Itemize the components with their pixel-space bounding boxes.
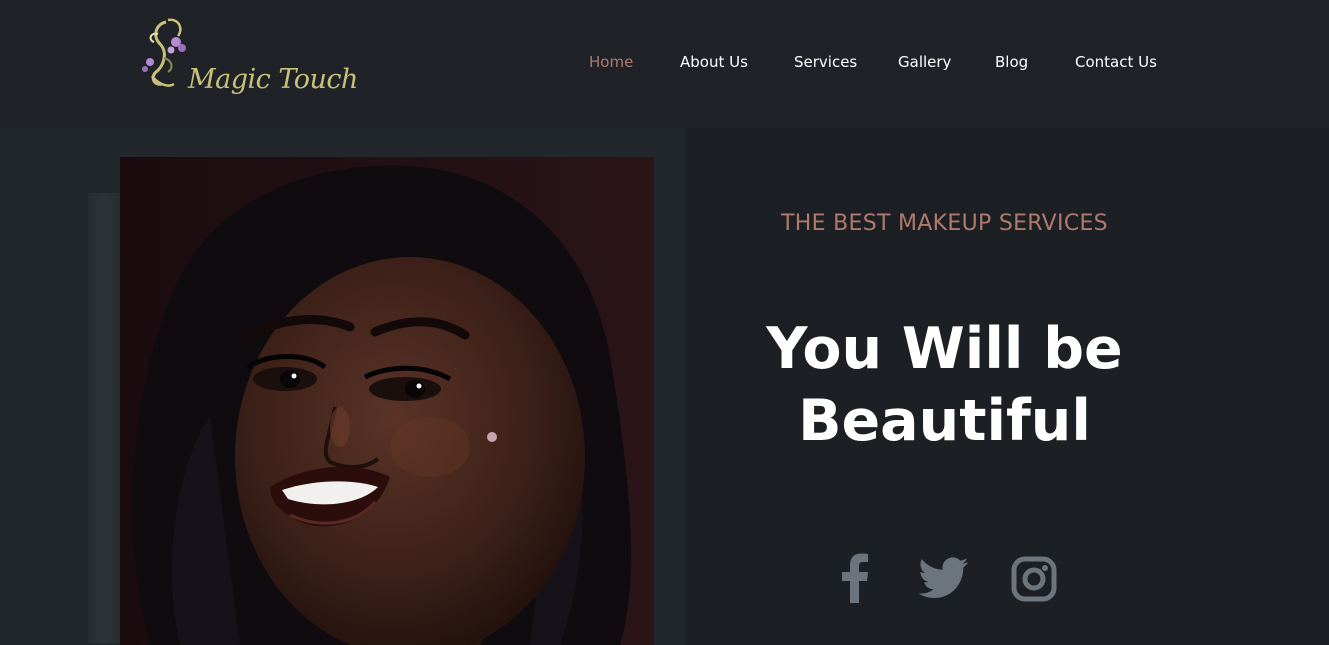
facebook-icon	[842, 553, 868, 603]
brand-name: Magic Touch	[188, 64, 358, 95]
facebook-link[interactable]	[840, 553, 870, 603]
nav-contact-us[interactable]: Contact Us	[1075, 53, 1157, 71]
nav-about-us[interactable]: About Us	[680, 53, 748, 71]
hero-headline: You Will be Beautiful	[686, 313, 1203, 457]
site-header: Magic Touch Home About Us Services Galle…	[0, 0, 1329, 128]
hero-headline-line2: Beautiful	[798, 388, 1091, 454]
instagram-link[interactable]	[1011, 556, 1057, 602]
hero-eyebrow: THE BEST MAKEUP SERVICES	[781, 211, 1108, 236]
twitter-icon	[919, 557, 969, 598]
nav-gallery[interactable]: Gallery	[898, 53, 951, 71]
nav-home[interactable]: Home	[589, 53, 633, 71]
background-brush-image	[88, 193, 120, 643]
nav-blog[interactable]: Blog	[995, 53, 1028, 71]
logo[interactable]: Magic Touch	[138, 14, 358, 110]
instagram-icon	[1011, 556, 1057, 602]
twitter-link[interactable]	[919, 557, 969, 599]
nav-services[interactable]: Services	[794, 53, 857, 71]
hero-section: THE BEST MAKEUP SERVICES You Will be Bea…	[0, 128, 1329, 645]
hero-portrait-image	[120, 157, 654, 645]
hero-headline-line1: You Will be	[766, 316, 1123, 382]
